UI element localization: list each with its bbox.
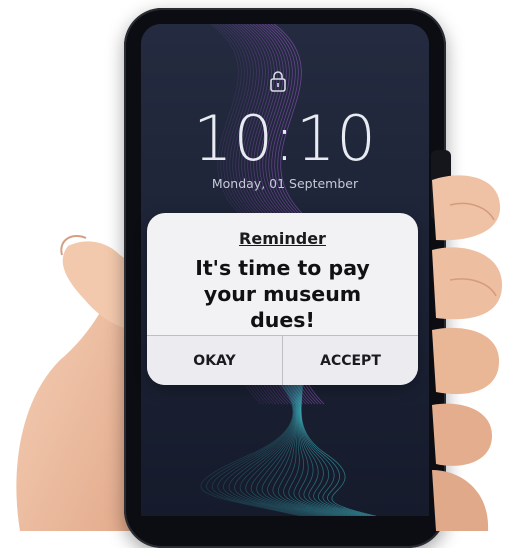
notification-actions: OKAY ACCEPT: [147, 335, 418, 385]
accept-button[interactable]: ACCEPT: [282, 336, 418, 385]
okay-button[interactable]: OKAY: [147, 336, 282, 385]
notification-message: It's time to pay your museum dues!: [195, 256, 370, 332]
phone-in-hand-scene: 10:10 Monday, 01 September Reminder It's…: [0, 0, 505, 548]
notification-dialog: Reminder It's time to pay your museum du…: [147, 213, 418, 385]
notification-title: Reminder: [239, 229, 326, 248]
